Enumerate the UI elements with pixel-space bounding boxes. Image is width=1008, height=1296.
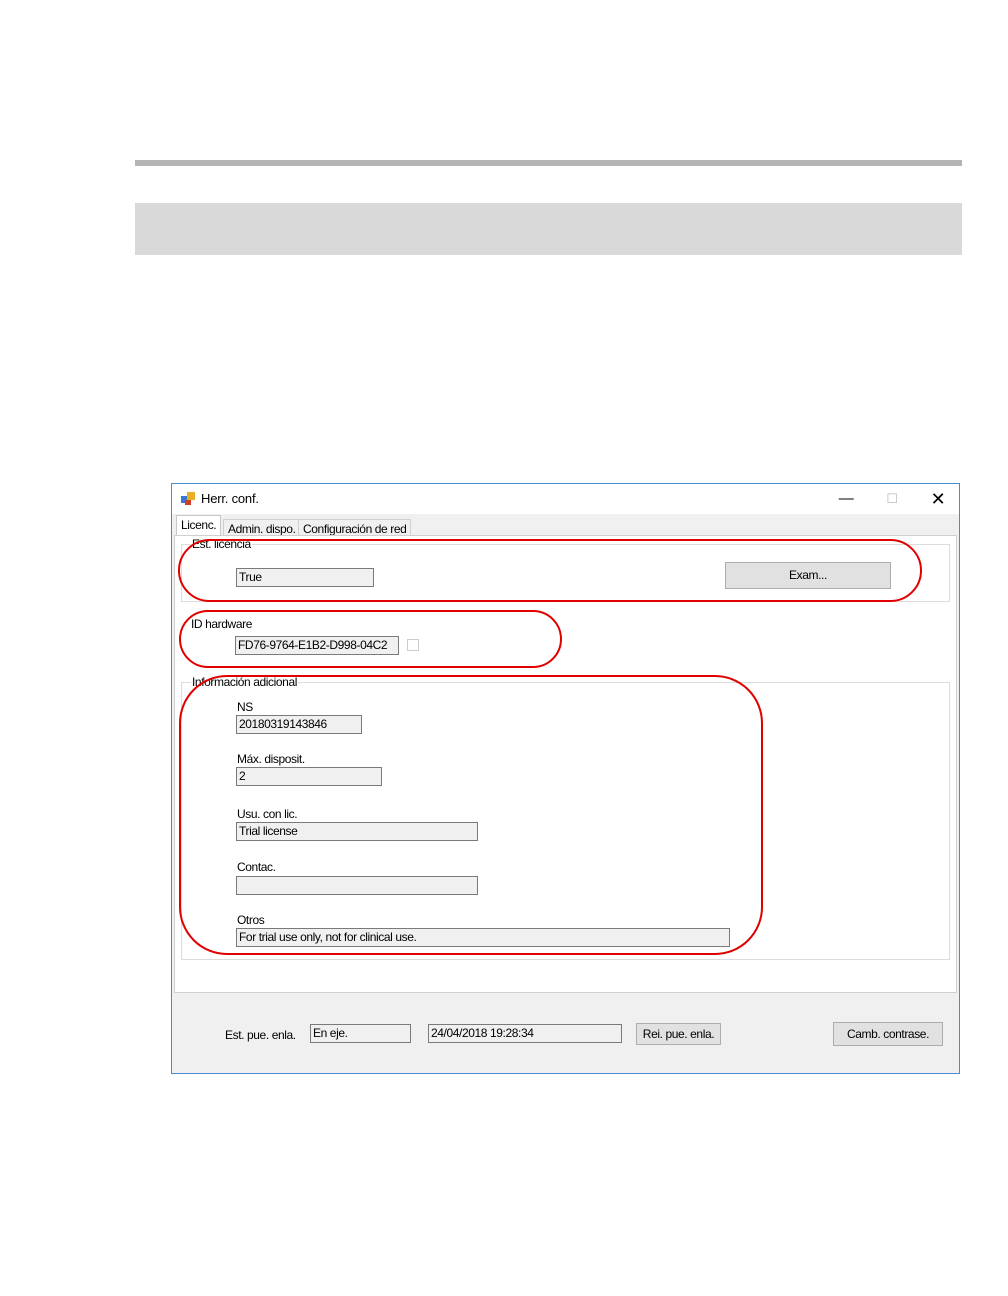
close-icon[interactable]: ✕ bbox=[915, 484, 961, 514]
browse-button[interactable]: Exam... bbox=[725, 562, 891, 589]
additional-info-group: Información adicional NS 20180319143846 … bbox=[181, 675, 950, 960]
license-tab-page: Est. licencia True Exam... ID hardware F… bbox=[174, 535, 957, 993]
licensed-user-label: Usu. con lic. bbox=[237, 807, 298, 821]
serial-number-label: NS bbox=[237, 700, 253, 714]
hardware-id-field[interactable]: FD76-9764-E1B2-D998-04C2 bbox=[235, 636, 399, 655]
license-status-field[interactable]: True bbox=[236, 568, 374, 587]
group-label: Información adicional bbox=[191, 675, 298, 689]
license-status-group: Est. licencia True Exam... bbox=[181, 537, 950, 602]
title-bar: Herr. conf. — ☐ ✕ bbox=[172, 484, 959, 514]
tab-label: Configuración de red bbox=[303, 522, 407, 536]
minimize-icon[interactable]: — bbox=[823, 484, 869, 514]
config-tool-window: Herr. conf. — ☐ ✕ Licenc. Admin. dispo. … bbox=[171, 483, 960, 1074]
link-port-status-field[interactable]: En eje. bbox=[310, 1024, 411, 1043]
serial-number-field[interactable]: 20180319143846 bbox=[236, 715, 362, 734]
tab-licenc[interactable]: Licenc. bbox=[176, 515, 222, 537]
tab-label: Admin. dispo. bbox=[228, 522, 296, 536]
max-devices-label: Máx. disposit. bbox=[237, 752, 305, 766]
app-icon bbox=[181, 492, 195, 505]
other-field[interactable]: For trial use only, not for clinical use… bbox=[236, 928, 730, 947]
header-rule bbox=[135, 160, 962, 166]
maximize-icon[interactable]: ☐ bbox=[869, 484, 915, 514]
tab-label: Licenc. bbox=[181, 518, 217, 532]
max-devices-field[interactable]: 2 bbox=[236, 767, 382, 786]
hardware-id-group: ID hardware FD76-9764-E1B2-D998-04C2 bbox=[181, 617, 950, 664]
restart-link-port-button[interactable]: Rei. pue. enla. bbox=[636, 1023, 721, 1045]
header-band bbox=[135, 203, 962, 255]
window-title: Herr. conf. bbox=[201, 491, 259, 506]
contact-field[interactable] bbox=[236, 876, 478, 895]
group-label: ID hardware bbox=[190, 617, 253, 631]
licensed-user-field[interactable]: Trial license bbox=[236, 822, 478, 841]
contact-label: Contac. bbox=[237, 860, 276, 874]
other-label: Otros bbox=[237, 913, 265, 927]
group-label: Est. licencia bbox=[191, 537, 252, 551]
hardware-id-checkbox[interactable] bbox=[407, 639, 419, 651]
timestamp-field[interactable]: 24/04/2018 19:28:34 bbox=[428, 1024, 622, 1043]
link-port-status-label: Est. pue. enla. bbox=[225, 1028, 296, 1042]
change-password-button[interactable]: Camb. contrase. bbox=[833, 1022, 943, 1046]
